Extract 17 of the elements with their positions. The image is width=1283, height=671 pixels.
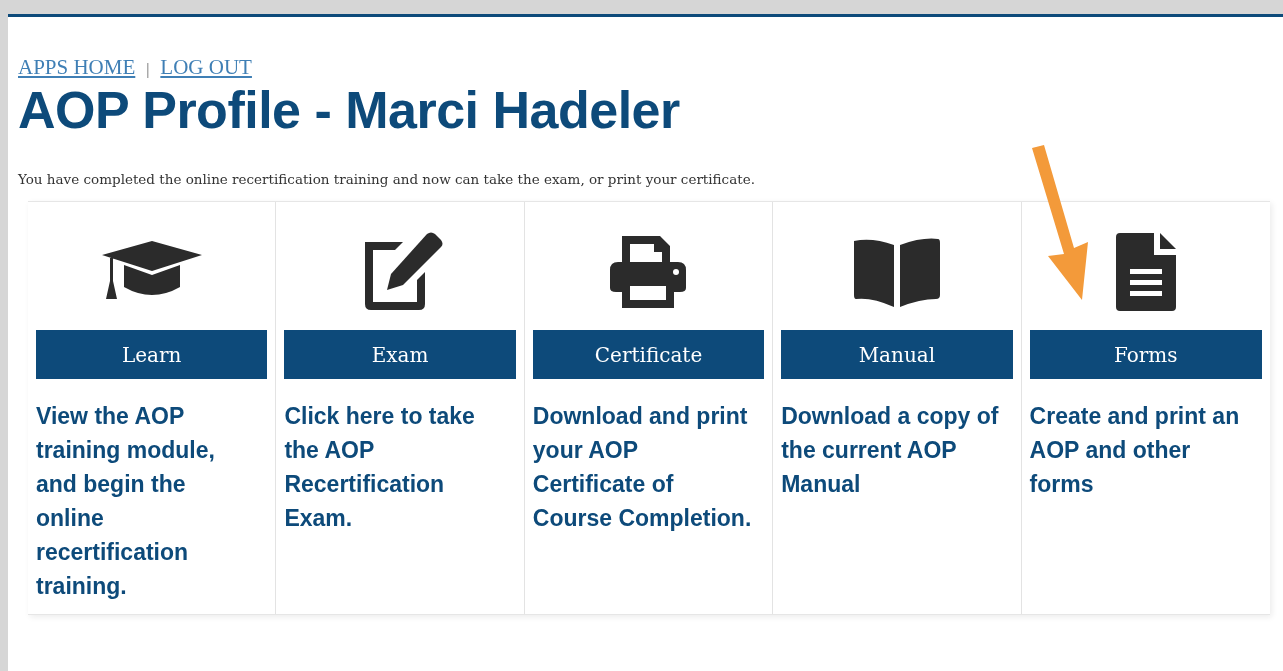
separator: |: [145, 60, 151, 78]
intro-text: You have completed the online recertification training and now can take the exam, or print your certificate.: [18, 171, 756, 189]
card-button[interactable]: Exam: [284, 330, 516, 379]
document-icon: [1115, 233, 1176, 311]
nav-link[interactable]: LOG OUT: [160, 55, 252, 80]
card-button[interactable]: Certificate: [532, 330, 765, 379]
card-description: Download a copy of the current AOP Manual: [781, 402, 1000, 499]
card-description: View the AOP training module, and begin the online recertification training.: [36, 402, 216, 601]
card-description: Create and print an AOP and other forms: [1029, 402, 1241, 499]
card-button[interactable]: Forms: [1029, 330, 1262, 379]
card-button[interactable]: Manual: [781, 330, 1013, 379]
card-button[interactable]: Learn: [36, 330, 268, 379]
book-icon: [851, 237, 942, 307]
card-description: Click here to take the AOP Recertification Exam.: [284, 402, 476, 533]
page-title: AOP Profile - Marci Hadeler: [18, 81, 681, 139]
nav-link[interactable]: APPS HOME: [18, 55, 136, 80]
card-description: Download and print your AOP Certificate of Course Completion.: [532, 402, 753, 533]
